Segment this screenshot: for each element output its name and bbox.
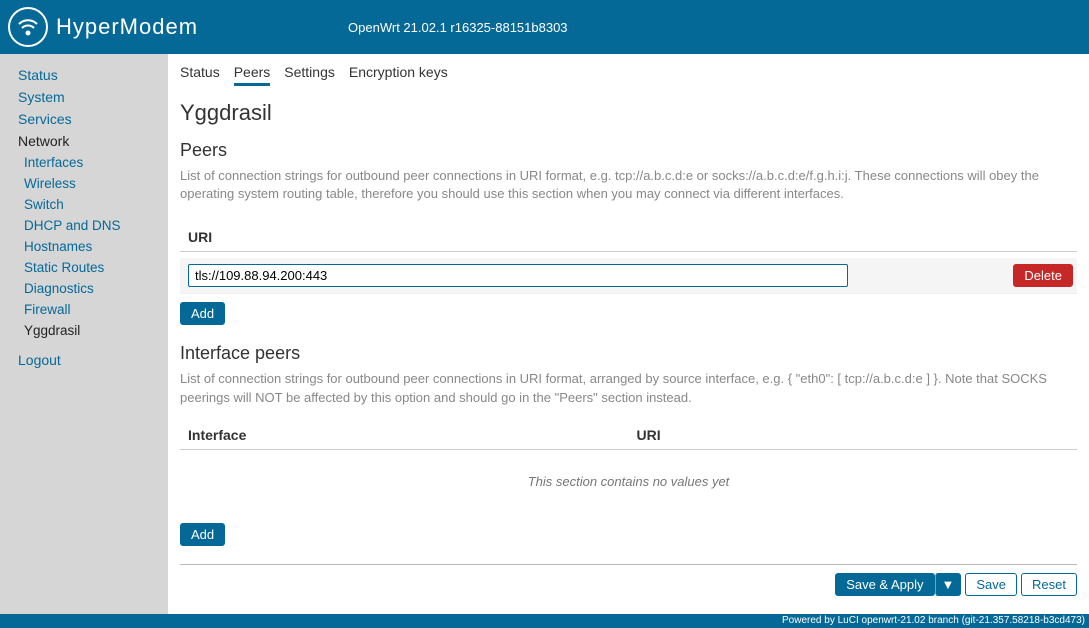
delete-peer-button[interactable]: Delete [1013, 264, 1073, 287]
sidebar-sub-firewall[interactable]: Firewall [0, 299, 168, 320]
peers-section-title: Peers [180, 140, 1077, 161]
add-peer-button[interactable]: Add [180, 302, 225, 325]
sidebar-item-system[interactable]: System [0, 86, 168, 108]
save-button[interactable]: Save [965, 573, 1017, 596]
add-iface-peer-button[interactable]: Add [180, 523, 225, 546]
reset-button[interactable]: Reset [1021, 573, 1077, 596]
tabs: Status Peers Settings Encryption keys [180, 64, 1077, 86]
sidebar-sub-dhcp-dns[interactable]: DHCP and DNS [0, 215, 168, 236]
brand-name: HyperModem [56, 14, 198, 40]
tab-peers[interactable]: Peers [234, 64, 271, 86]
peers-section-desc: List of connection strings for outbound … [180, 167, 1077, 203]
tab-encryption-keys[interactable]: Encryption keys [349, 64, 448, 86]
footer: Powered by LuCI openwrt-21.02 branch (gi… [0, 614, 1089, 628]
page-title: Yggdrasil [180, 100, 1077, 126]
save-apply-button[interactable]: Save & Apply [835, 573, 934, 596]
sidebar-sub-interfaces[interactable]: Interfaces [0, 152, 168, 173]
sidebar-sub-yggdrasil[interactable]: Yggdrasil [0, 320, 168, 341]
page-actions: Save & Apply ▼ Save Reset [180, 573, 1077, 596]
peer-uri-input[interactable] [188, 264, 848, 287]
sidebar-sub-diagnostics[interactable]: Diagnostics [0, 278, 168, 299]
divider [180, 564, 1077, 565]
sidebar-nav: Status System Services Network Interface… [0, 54, 168, 614]
firmware-version: OpenWrt 21.02.1 r16325-88151b8303 [348, 20, 567, 35]
save-apply-dropdown[interactable]: ▼ [935, 573, 962, 596]
sidebar-sub-wireless[interactable]: Wireless [0, 173, 168, 194]
tab-settings[interactable]: Settings [284, 64, 335, 86]
sidebar-item-status[interactable]: Status [0, 64, 168, 86]
peers-row: Delete [180, 258, 1077, 294]
iface-col-interface: Interface [180, 427, 629, 443]
peers-table-header: URI [180, 217, 1077, 258]
sidebar-sub-static-routes[interactable]: Static Routes [0, 257, 168, 278]
iface-peers-desc: List of connection strings for outbound … [180, 370, 1077, 406]
wifi-icon [8, 7, 48, 47]
main-content: Status Peers Settings Encryption keys Yg… [168, 54, 1089, 614]
iface-col-uri: URI [629, 427, 1078, 443]
tab-status[interactable]: Status [180, 64, 220, 86]
peers-col-uri: URI [180, 223, 1077, 252]
sidebar-sub-switch[interactable]: Switch [0, 194, 168, 215]
app-header: HyperModem OpenWrt 21.02.1 r16325-88151b… [0, 0, 1089, 54]
sidebar-item-services[interactable]: Services [0, 108, 168, 130]
iface-peers-header: Interface URI [180, 421, 1077, 450]
iface-peers-title: Interface peers [180, 343, 1077, 364]
sidebar-logout[interactable]: Logout [0, 349, 168, 371]
sidebar-item-network[interactable]: Network [0, 130, 168, 152]
sidebar-sub-hostnames[interactable]: Hostnames [0, 236, 168, 257]
iface-peers-empty: This section contains no values yet [180, 450, 1077, 515]
